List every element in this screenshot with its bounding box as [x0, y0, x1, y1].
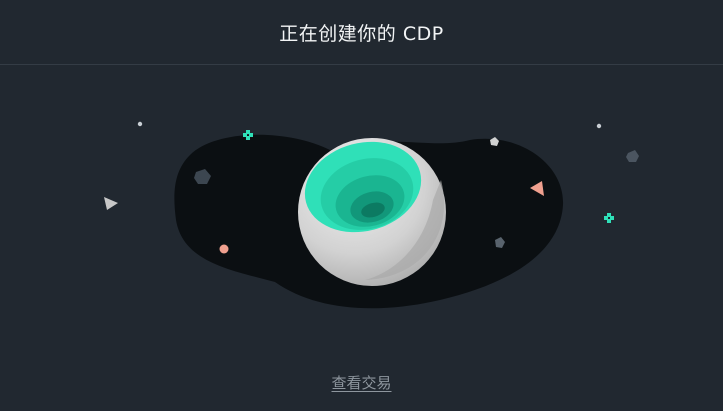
white-shard — [104, 197, 118, 210]
page-title: 正在创建你的 CDP — [279, 22, 444, 45]
coral-dot — [219, 244, 229, 254]
gray-asteroid — [626, 150, 639, 162]
star-dot — [137, 121, 143, 127]
header: 正在创建你的 CDP — [0, 0, 723, 65]
sparkle-icon — [604, 213, 614, 223]
star-dot — [596, 123, 602, 129]
view-transaction-link[interactable]: 查看交易 — [0, 372, 723, 393]
creating-cdp-illustration — [0, 65, 723, 365]
